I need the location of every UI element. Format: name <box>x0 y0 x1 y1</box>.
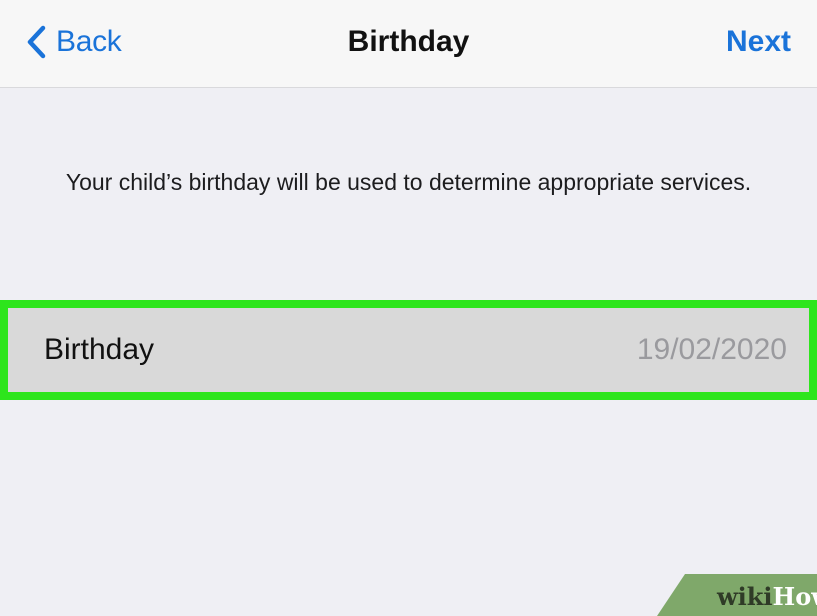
wikihow-watermark: wikiHow <box>657 574 817 616</box>
next-button[interactable]: Next <box>726 20 791 64</box>
birthday-row[interactable]: Birthday 19/02/2020 <box>0 300 817 400</box>
birthday-description: Your child’s birthday will be used to de… <box>65 169 752 195</box>
watermark-part2: How <box>773 582 817 611</box>
svg-text:wikiHow: wikiHow <box>716 582 817 611</box>
navigation-bar: Back Birthday Next <box>0 0 817 88</box>
page-title: Birthday <box>347 25 470 58</box>
birthday-row-label: Birthday <box>44 333 155 366</box>
birthday-row-value: 19/02/2020 <box>636 333 787 366</box>
watermark-part1: wiki <box>716 582 773 611</box>
